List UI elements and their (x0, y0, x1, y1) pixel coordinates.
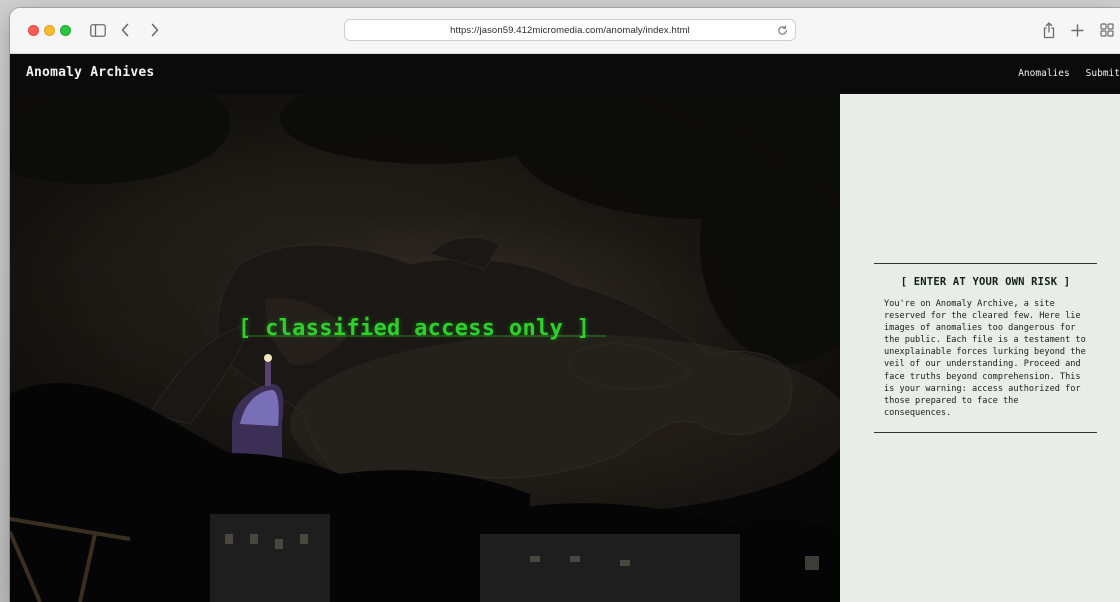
hero-section: [ classified access only ] (10, 94, 840, 602)
site-nav: Anomalies Submit (1018, 68, 1120, 79)
share-icon[interactable] (1040, 20, 1058, 40)
zoom-window-button[interactable] (60, 25, 71, 36)
notice-body: You're on Anomaly Archive, a site reserv… (884, 299, 1086, 418)
desktop-background: https://jason59.412micromedia.com/anomal… (0, 0, 1120, 602)
plus-icon[interactable] (1068, 20, 1086, 40)
browser-window: https://jason59.412micromedia.com/anomal… (10, 8, 1120, 602)
web-page: Anomaly Archives Anomalies Submit [clas… (10, 54, 1120, 602)
url-text: https://jason59.412micromedia.com/anomal… (450, 24, 690, 36)
address-bar[interactable]: https://jason59.412micromedia.com/anomal… (344, 19, 796, 41)
grid-icon[interactable] (1098, 20, 1116, 40)
site-header: Anomaly Archives Anomalies Submit (10, 54, 1120, 94)
hero-image (10, 94, 840, 602)
site-title-link[interactable]: Anomaly Archives (26, 65, 154, 80)
minimize-window-button[interactable] (44, 25, 55, 36)
warning-notice: [ ENTER AT YOUR OWN RISK ] You're on Ano… (874, 263, 1097, 433)
sidebar-icon[interactable] (88, 20, 108, 40)
side-panel: [ ENTER AT YOUR OWN RISK ] You're on Ano… (840, 94, 1120, 602)
chevron-right-icon[interactable] (146, 20, 164, 40)
nav-link-anomalies[interactable]: Anomalies (1018, 68, 1069, 79)
hero-heading: [ classified access only ] (238, 316, 591, 341)
reload-icon[interactable] (775, 23, 789, 37)
close-window-button[interactable] (28, 25, 39, 36)
notice-heading: [ ENTER AT YOUR OWN RISK ] (900, 276, 1071, 288)
browser-toolbar: https://jason59.412micromedia.com/anomal… (10, 8, 1120, 54)
nav-link-submit[interactable]: Submit (1086, 68, 1120, 79)
chevron-left-icon[interactable] (116, 20, 134, 40)
